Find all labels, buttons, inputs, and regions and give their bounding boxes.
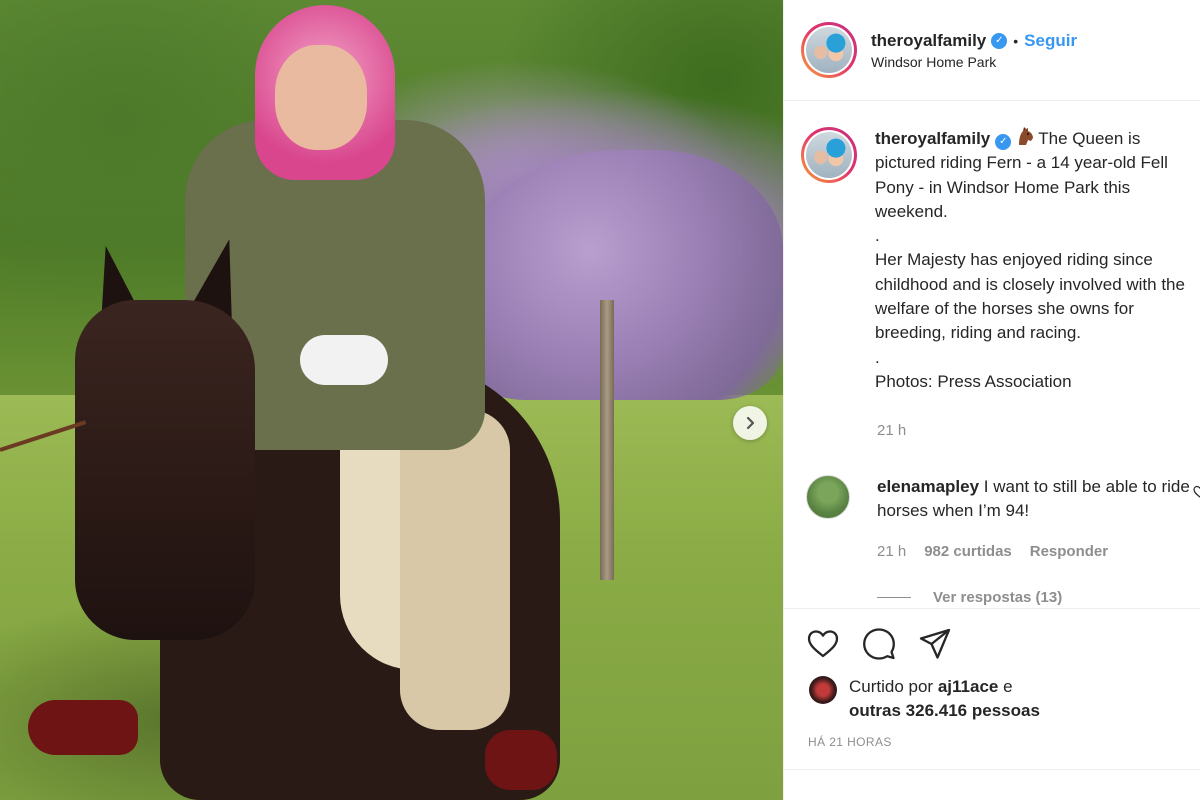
author-username[interactable]: theroyalfamily [871,31,986,51]
flowering-bush [460,150,783,400]
reply-button[interactable]: Responder [1030,543,1108,560]
comment-actions: 21 h 982 curtidas Responder [877,543,1126,560]
caption-separator-1: . [875,226,880,246]
author-avatar[interactable] [801,22,857,78]
replies-divider-line [877,597,911,598]
commenter-avatar[interactable] [806,475,850,519]
liked-by-conjunction: e [1003,677,1013,696]
liked-by-prefix: Curtido por [849,677,934,696]
likes-count-link[interactable]: outras 326.416 pessoas [849,701,1040,720]
liker-username[interactable]: aj11ace [938,677,999,696]
follow-button[interactable]: Seguir [1024,31,1077,51]
boot-right [485,730,557,790]
comment-bubble-icon [863,628,895,660]
horse-face-icon [1019,127,1034,145]
comment-button[interactable] [862,627,896,661]
view-replies-label: Ver respostas (13) [933,589,1063,606]
comments-section[interactable]: theroyalfamily ✓ The Queen is pictured ri… [784,101,1200,608]
add-comment-divider [784,769,1200,770]
liked-by: Curtido por aj11ace e outras 326.416 pes… [809,675,1040,723]
comment-like-heart-icon[interactable] [1193,485,1200,499]
rider-leg [400,410,510,730]
caption-line-2: Her Majesty has enjoyed riding since chi… [875,250,1185,343]
view-replies-button[interactable]: Ver respostas (13) [877,589,1062,606]
heart-icon [807,630,839,658]
verified-badge-icon: ✓ [995,134,1012,151]
caption-author-avatar[interactable] [801,127,857,183]
like-button[interactable] [806,627,840,661]
verified-badge-icon: ✓ [991,32,1008,49]
paper-plane-icon [919,628,951,659]
caption: theroyalfamily ✓ The Queen is pictured ri… [801,127,1200,394]
caption-separator-2: . [875,347,880,367]
comment-text: elenamapley I want to still be able to r… [877,475,1197,523]
liker-avatar[interactable] [809,676,837,704]
share-button[interactable] [918,627,952,661]
post-timestamp[interactable]: HÁ 21 HORAS [808,735,892,749]
caption-text: theroyalfamily ✓ The Queen is pictured ri… [875,127,1200,394]
rider-face [275,45,367,150]
boot-left [28,700,138,755]
post-photo[interactable] [0,0,783,800]
tree-trunk [600,300,614,580]
next-photo-button[interactable] [733,406,767,440]
post-actions-area: Curtido por aj11ace e outras 326.416 pes… [784,608,1200,800]
caption-line-3: Photos: Press Association [875,371,1072,391]
rider-glove [300,335,388,385]
comment-item: elenamapley I want to still be able to r… [806,475,1197,523]
chevron-right-icon [746,416,755,430]
comment-likes-count[interactable]: 982 curtidas [924,543,1012,560]
horse-head [75,300,255,640]
separator-dot: • [1013,32,1019,49]
caption-username[interactable]: theroyalfamily [875,129,990,148]
post-side-panel: theroyalfamily ✓ • Seguir Windsor Home P… [783,0,1200,800]
liked-by-text: Curtido por aj11ace e outras 326.416 pes… [849,675,1040,723]
post-header: theroyalfamily ✓ • Seguir Windsor Home P… [784,0,1200,101]
action-bar [806,627,974,661]
caption-time[interactable]: 21 h [877,422,906,439]
commenter-username[interactable]: elenamapley [877,477,979,496]
comment-time[interactable]: 21 h [877,543,906,560]
post-location[interactable]: Windsor Home Park [871,54,1077,70]
